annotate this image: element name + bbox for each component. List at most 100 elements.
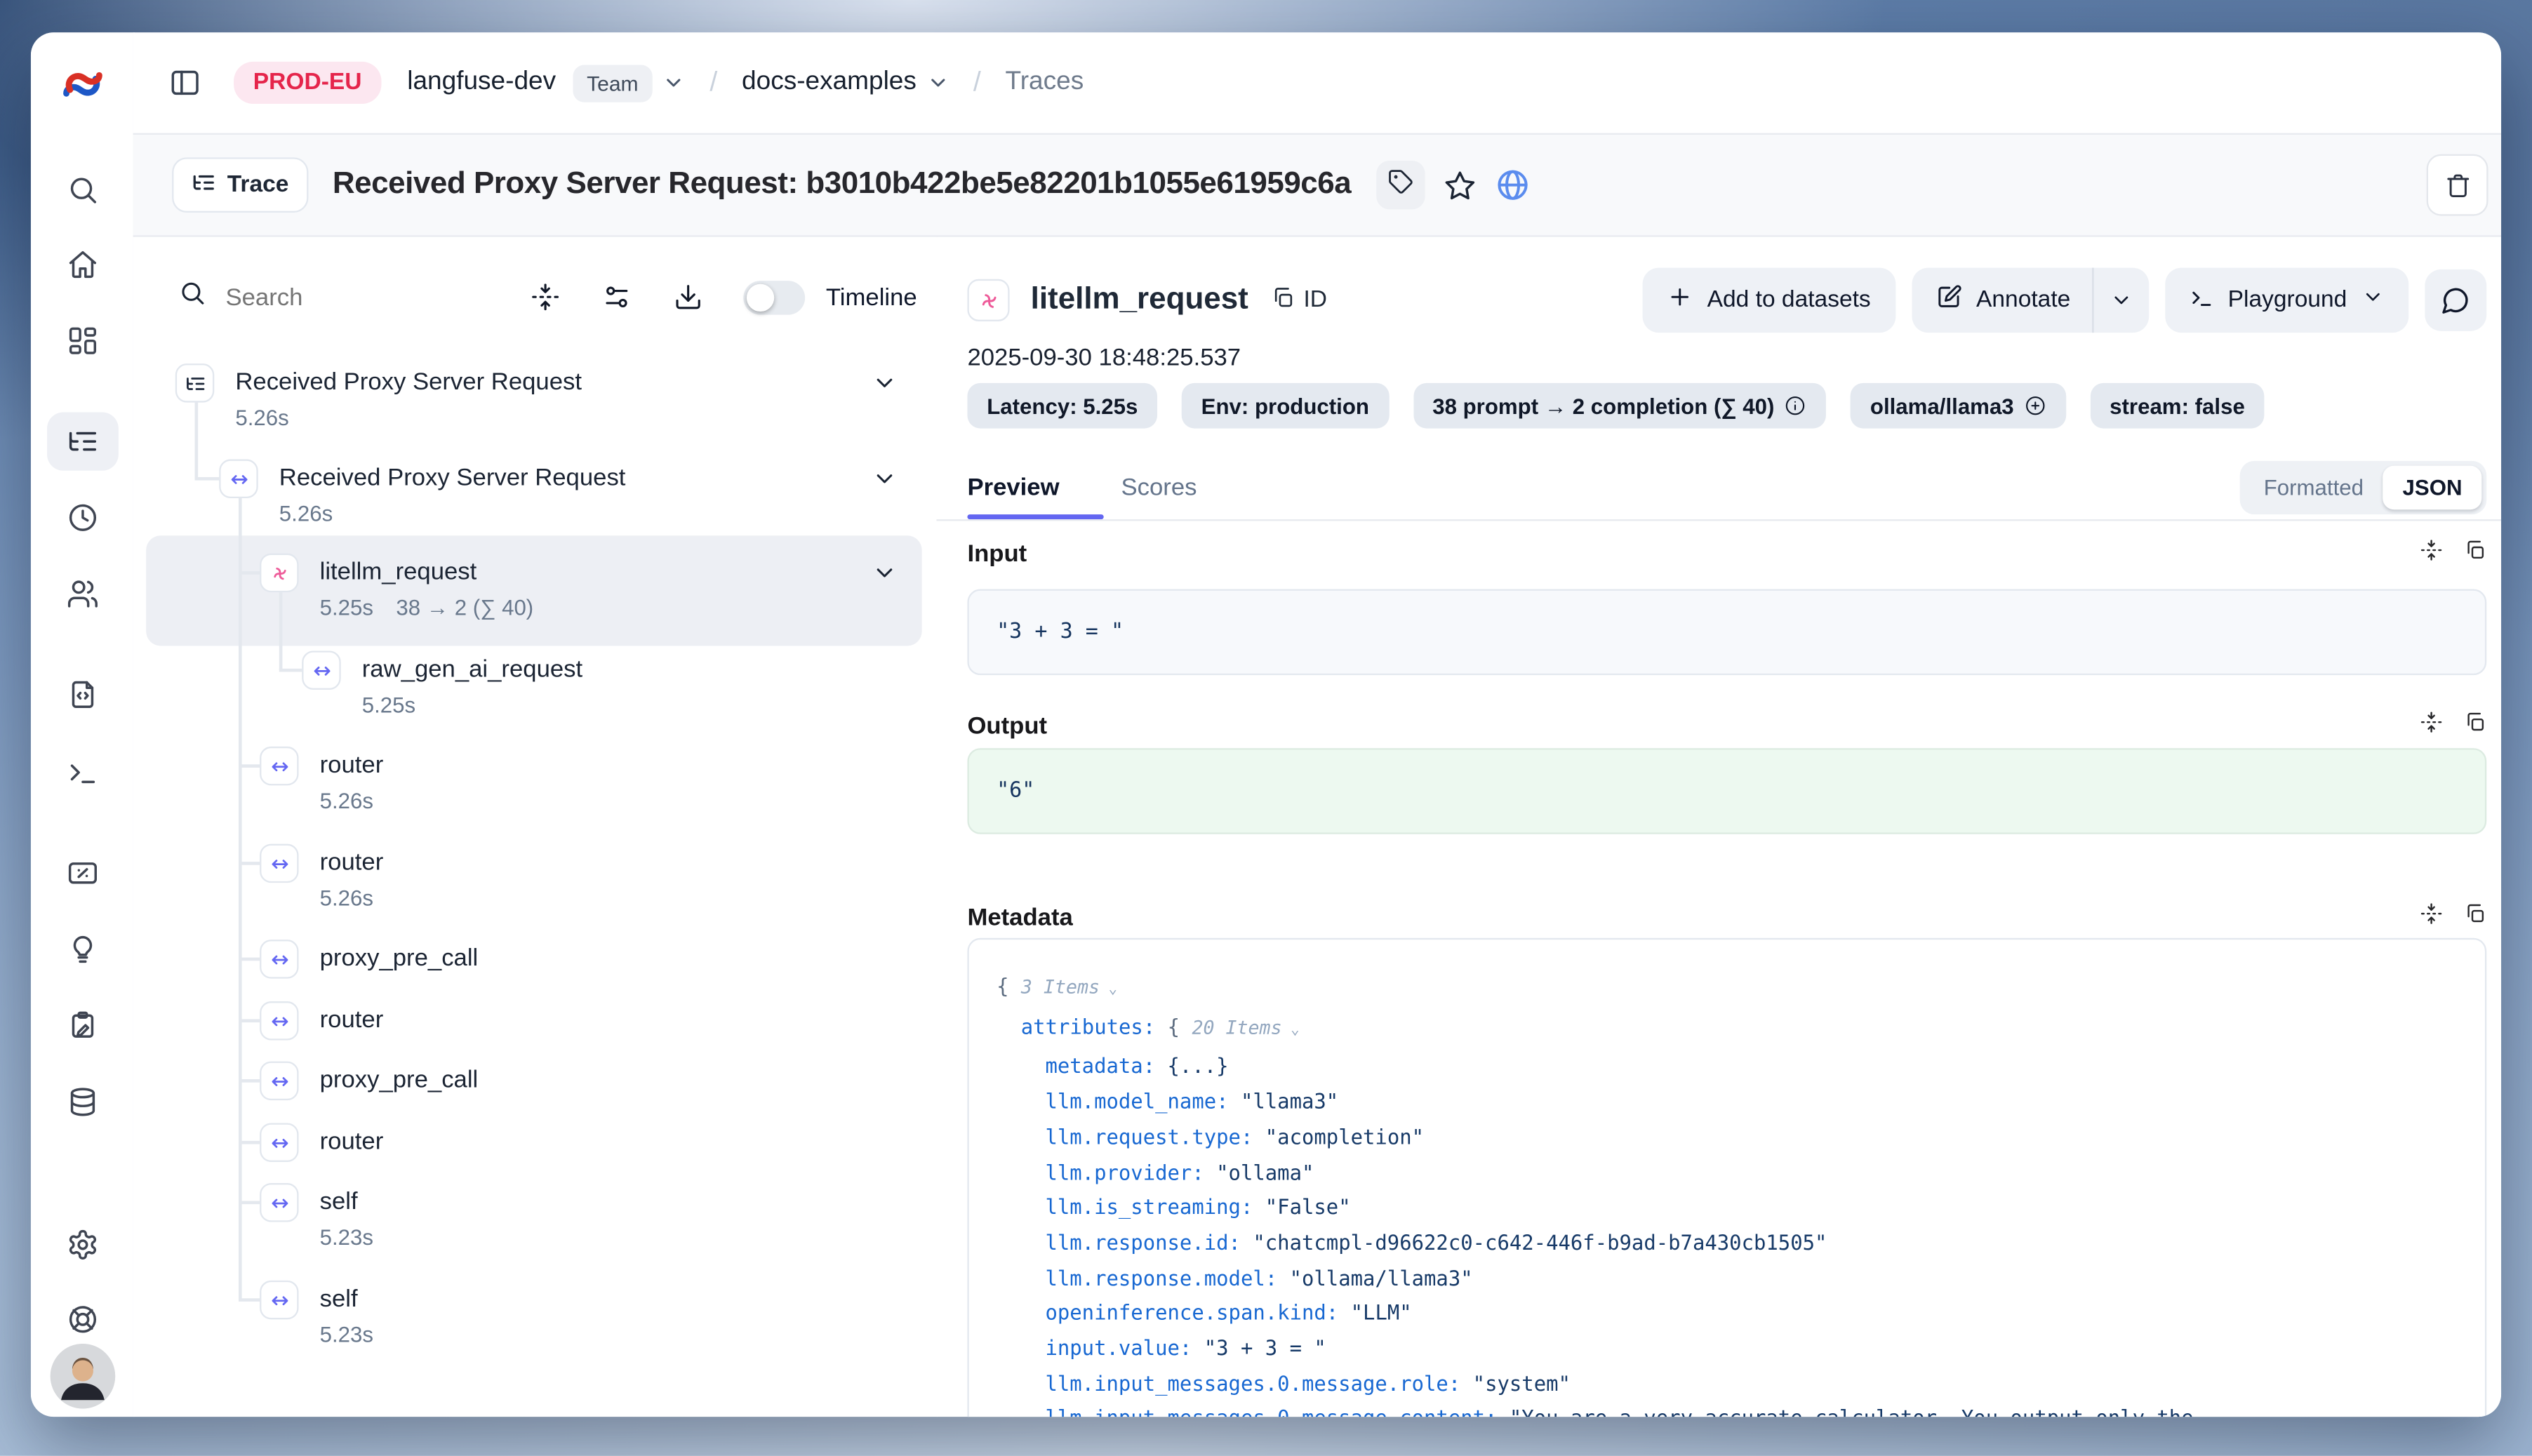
span-icon [302,650,341,690]
plus-circle-icon[interactable] [2024,394,2046,417]
sidebar-item-home-icon[interactable] [46,235,118,293]
tree-node-label[interactable]: litellm_request [320,554,477,593]
collapse-node-chevron-icon[interactable] [872,560,898,586]
tree-node-label[interactable]: router [320,844,384,883]
tree-connector-line [239,764,260,766]
span-icon [260,1001,299,1041]
info-icon[interactable] [1784,394,1806,417]
view-mode-json[interactable]: JSON [2383,465,2482,509]
sidebar-item-search-icon[interactable] [46,161,118,219]
sidebar-item-datasets-database-icon[interactable] [46,1073,118,1131]
span-icon [260,940,299,979]
fold-vertical-icon[interactable] [2420,710,2442,741]
json-line: llm.response.id: "chatcmpl-d96622c0-c642… [997,1225,2458,1260]
tree-node-label[interactable]: Received Proxy Server Request [235,363,582,403]
view-mode-formatted[interactable]: Formatted [2244,474,2383,499]
playground-dropdown-chevron-icon[interactable] [2361,286,2384,315]
copy-id-button[interactable]: ID [1271,285,1327,316]
tag-button[interactable] [1377,161,1425,209]
user-avatar[interactable] [50,1344,115,1409]
public-globe-button[interactable] [1495,167,1531,203]
tree-node-label[interactable]: self [320,1281,358,1320]
annotate-button[interactable]: Annotate [1912,268,2092,333]
metadata-section-header: Metadata [967,901,2486,933]
plus-icon [1667,284,1693,316]
breadcrumb-separator: / [709,67,717,99]
input-content: "3 + 3 = " [967,589,2486,676]
sidebar-item-annotation-clipboard-pen-icon[interactable] [46,996,118,1055]
tree-node-duration: 5.25s38 → 2 (∑ 40) [320,592,534,625]
tree-node-label[interactable]: raw_gen_ai_request [362,650,582,690]
tab-scores[interactable]: Scores [1121,473,1197,500]
sidebar-item-playground-terminal-icon[interactable] [46,743,118,801]
detail-tabs: Preview Scores Formatted JSON [967,460,2486,515]
output-section-header: Output [967,709,2486,742]
tree-connector-line [279,669,302,671]
sidebar-toggle-icon[interactable] [169,67,201,99]
breadcrumb-section[interactable]: Traces [1006,68,1084,98]
selected-row-highlight [146,535,922,646]
annotate-dropdown-chevron-icon[interactable] [2093,268,2149,333]
sidebar-item-support-lifebuoy-icon[interactable] [46,1290,118,1349]
span-icon [260,1183,299,1222]
fold-vertical-icon[interactable] [2420,538,2442,569]
breadcrumb-org[interactable]: langfuse-dev [407,68,556,98]
span-icon [260,1123,299,1162]
input-label: Input [967,540,1027,567]
sidebar-item-users-icon[interactable] [46,565,118,623]
breadcrumb-separator: / [973,67,981,99]
playground-button[interactable]: Playground [2164,268,2408,333]
sidebar-item-traces-icon[interactable] [46,412,118,470]
sidebar-item-prompts-file-code-icon[interactable] [46,665,118,723]
sidebar-item-dashboard-icon[interactable] [46,312,118,370]
desktop-background: PROD-EU langfuse-dev Team / docs-example… [0,0,2532,1456]
comment-button[interactable] [2425,269,2486,331]
fold-vertical-icon[interactable] [2420,902,2442,933]
tree-connector-line [239,1298,260,1300]
collapse-node-chevron-icon[interactable] [872,466,898,492]
tree-node-label[interactable]: Received Proxy Server Request [279,460,626,499]
top-bar: PROD-EU langfuse-dev Team / docs-example… [133,32,2501,135]
metric-badge[interactable]: ollama/llama3 [1851,383,2066,429]
json-line: openinference.span.kind: "LLM" [997,1295,2458,1330]
add-to-datasets-button[interactable]: Add to datasets [1642,268,1895,333]
metric-badge[interactable]: 38 prompt → 2 completion (∑ 40) [1413,383,1826,429]
breadcrumb-project[interactable]: docs-examples [742,68,917,98]
copy-icon[interactable] [2464,902,2486,933]
tree-node-duration: 5.25s [362,690,415,722]
span-icon [260,747,299,786]
project-switcher-chevron-icon[interactable] [926,72,949,94]
output-content: "6" [967,748,2486,834]
bookmark-star-button[interactable] [1444,168,1478,202]
metric-badge: stream: false [2090,383,2264,429]
tree-node-label[interactable]: router [320,747,384,786]
tree-node-label[interactable]: router [320,1001,384,1041]
delete-trace-button[interactable] [2427,154,2488,216]
observation-timestamp: 2025-09-30 18:48:25.537 [967,344,1241,371]
tree-node-tokens: 38 → 2 (∑ 40) [396,596,533,620]
tab-preview[interactable]: Preview [967,473,1059,500]
org-switcher-chevron-icon[interactable] [662,72,685,94]
tree-node-label[interactable]: proxy_pre_call [320,940,479,979]
copy-icon[interactable] [2464,538,2486,569]
tree-node-label[interactable]: proxy_pre_call [320,1062,479,1101]
tree-connector-line [239,1141,260,1143]
trace-icon [175,363,215,403]
sidebar-item-evaluation-percent-icon[interactable] [46,844,118,902]
metadata-json-viewer[interactable]: { 3 Items ⌄attributes: { 20 Items ⌄metad… [967,938,2486,1417]
tree-node-label[interactable]: self [320,1183,358,1222]
sidebar-item-insights-lightbulb-icon[interactable] [46,920,118,978]
environment-badge: PROD-EU [234,62,381,104]
litellm-logo-icon[interactable] [60,62,104,106]
span-icon [260,1281,299,1320]
tabs-divider [936,519,2501,521]
tree-node-label[interactable]: router [320,1123,384,1162]
sidebar-item-sessions-clock-icon[interactable] [46,488,118,547]
json-line: llm.response.model: "ollama/llama3" [997,1260,2458,1295]
tree-node-duration: 5.23s [320,1222,373,1255]
sidebar-item-settings-gear-icon[interactable] [46,1215,118,1274]
view-mode-toggle: Formatted JSON [2239,460,2486,514]
collapse-node-chevron-icon[interactable] [872,370,898,396]
copy-icon[interactable] [2464,710,2486,741]
tree-connector-line [239,571,260,573]
